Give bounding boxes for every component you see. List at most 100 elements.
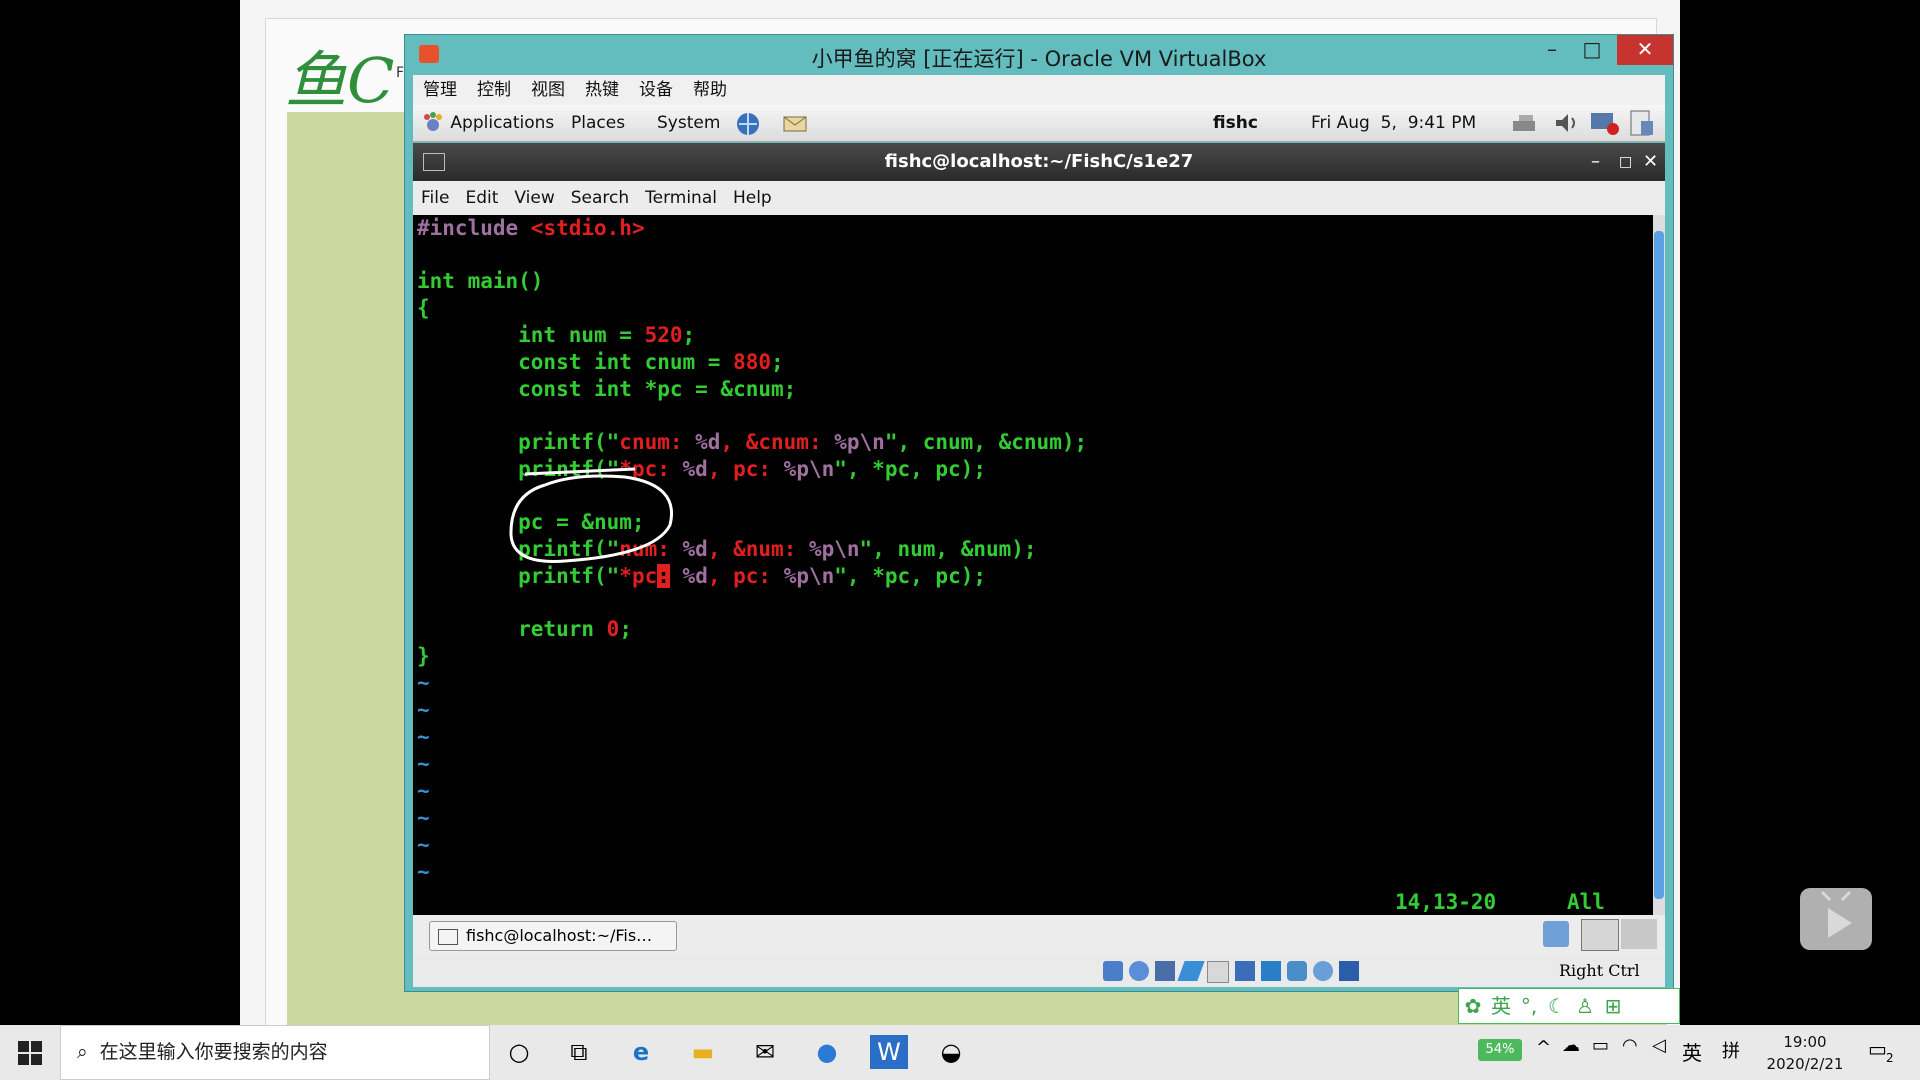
paw-icon[interactable]: ✿ <box>1459 989 1487 1023</box>
menu-edit[interactable]: Edit <box>457 181 506 215</box>
input-language[interactable]: 英 <box>1682 1037 1702 1066</box>
windows-start-icon[interactable] <box>18 1041 42 1069</box>
menu-terminal[interactable]: Terminal <box>637 181 725 215</box>
vbox-device-icons <box>1103 961 1359 983</box>
terminal-title: fishc@localhost:~/FishC/s1e27 <box>884 151 1194 172</box>
gnome-foot-icon <box>424 112 442 131</box>
virtualbox-taskbar-icon[interactable]: ◒ <box>932 1035 970 1069</box>
harddisk-icon[interactable] <box>1103 961 1123 981</box>
file-explorer-icon[interactable]: ▬ <box>684 1035 722 1069</box>
network-adapter-icon[interactable] <box>1261 961 1281 981</box>
taskbar-clock[interactable]: 19:00 2020/2/21 <box>1760 1031 1850 1075</box>
menu-hotkey[interactable]: 热键 <box>575 75 629 105</box>
menu-search[interactable]: Search <box>563 181 637 215</box>
optical-drive-icon[interactable] <box>1129 961 1149 981</box>
network-icon[interactable] <box>1511 111 1541 139</box>
tilde-line: ~ <box>417 752 430 776</box>
applications-label: Applications <box>450 113 555 133</box>
shared-folder-icon[interactable] <box>1207 961 1229 983</box>
network-status-icon[interactable] <box>1589 109 1621 141</box>
terminal-titlebar[interactable]: fishc@localhost:~/FishC/s1e27 – □ ✕ <box>413 143 1665 181</box>
show-hidden-icons-icon[interactable]: ^ <box>1536 1037 1551 1058</box>
menu-devices[interactable]: 设备 <box>629 75 683 105</box>
web-browser-icon[interactable] <box>735 111 761 141</box>
user-name[interactable]: fishc <box>1213 105 1258 141</box>
search-icon: ⌕ <box>77 1041 88 1063</box>
usb-icon[interactable] <box>1177 961 1205 981</box>
clock-date: 2020/2/21 <box>1766 1055 1844 1073</box>
update-notifier-icon[interactable] <box>1627 109 1657 141</box>
task-view-icon[interactable]: ⧉ <box>560 1035 598 1069</box>
tilde-line: ~ <box>417 860 430 884</box>
recording-icon[interactable] <box>1287 961 1307 981</box>
scrollbar-thumb[interactable] <box>1654 231 1664 899</box>
wps-icon[interactable]: W <box>870 1035 908 1069</box>
clock-app-icon[interactable]: ● <box>808 1035 846 1069</box>
tilde-line: ~ <box>417 671 430 695</box>
workspace-switcher[interactable] <box>1621 919 1657 949</box>
menu-file[interactable]: File <box>413 181 457 215</box>
tilde-line: ~ <box>417 698 430 722</box>
code-line: } <box>417 644 430 668</box>
vbox-titlebar[interactable]: 小甲鱼的窝 [正在运行] - Oracle VM VirtualBox – □ … <box>405 35 1673 73</box>
wifi-icon[interactable]: ◠ <box>1622 1035 1638 1056</box>
terminal-close-button[interactable]: ✕ <box>1643 143 1658 181</box>
fishc-logo: 鱼C <box>285 44 395 117</box>
trash-icon[interactable] <box>1543 921 1569 947</box>
mouse-integration-icon[interactable] <box>1339 961 1359 981</box>
windows-taskbar: ⌕ 在这里输入你要搜索的内容 ○ ⧉ e ▬ ✉ ● W ◒ 54% ^ ☁ ▭ … <box>0 1025 1920 1080</box>
speaker-icon[interactable]: ◁ <box>1652 1035 1666 1056</box>
terminal-minimize-button[interactable]: – <box>1591 143 1600 181</box>
cortana-icon[interactable]: ○ <box>500 1035 538 1069</box>
audio-icon[interactable] <box>1155 961 1175 981</box>
code-line: int num = 520; <box>417 323 696 347</box>
taskbar-search-box[interactable]: ⌕ 在这里输入你要搜索的内容 <box>60 1025 490 1080</box>
tilde-line: ~ <box>417 779 430 803</box>
ime-moon[interactable]: ☾ <box>1543 989 1571 1023</box>
host-logo-side: F <box>396 65 405 81</box>
mail-icon[interactable]: ✉ <box>746 1035 784 1069</box>
vim-cursor-position: 14,13-20 <box>1395 890 1497 914</box>
ime-punct[interactable]: °, <box>1515 989 1543 1023</box>
mail-client-icon[interactable] <box>781 111 809 139</box>
show-desktop-icon[interactable] <box>1581 919 1619 951</box>
grid-icon[interactable]: ⊞ <box>1599 989 1627 1023</box>
code-line: #include <stdio.h> <box>417 216 645 240</box>
menu-help[interactable]: Help <box>725 181 780 215</box>
places-menu[interactable]: Places <box>571 105 625 141</box>
tilde-line: ~ <box>417 833 430 857</box>
applications-menu[interactable]: Applications <box>421 105 554 141</box>
vbox-statusbar: Right Ctrl <box>413 955 1665 987</box>
code-line: printf("*pc: %d, pc: %p\n", *pc, pc); <box>417 564 986 588</box>
annotation-circle <box>509 467 673 563</box>
ime-lang[interactable]: 英 <box>1487 989 1515 1023</box>
user-icon[interactable]: ♙ <box>1571 989 1599 1023</box>
cpu-icon[interactable] <box>1313 961 1333 981</box>
menu-help[interactable]: 帮助 <box>683 75 737 105</box>
code-line: const int cnum = 880; <box>417 350 784 374</box>
clock-time: 19:00 <box>1783 1033 1827 1051</box>
gnome-bottom-panel: fishc@localhost:~/Fis… <box>413 915 1665 955</box>
menu-manage[interactable]: 管理 <box>413 75 467 105</box>
menu-view[interactable]: View <box>506 181 562 215</box>
maximize-button[interactable]: □ <box>1569 35 1615 65</box>
terminal-maximize-button[interactable]: □ <box>1619 143 1632 181</box>
display-icon[interactable] <box>1235 961 1255 981</box>
edge-icon[interactable]: e <box>622 1035 660 1069</box>
code-line: return 0; <box>417 617 632 641</box>
onedrive-icon[interactable]: ☁ <box>1562 1035 1580 1056</box>
input-layout[interactable]: 拼 <box>1722 1037 1740 1063</box>
clock[interactable]: Fri Aug 5, 9:41 PM <box>1311 105 1476 141</box>
system-menu[interactable]: System <box>657 105 720 141</box>
video-play-icon[interactable] <box>1800 888 1872 950</box>
menu-control[interactable]: 控制 <box>467 75 521 105</box>
ime-toolbar: ✿ 英 °, ☾ ♙ ⊞ <box>1458 988 1680 1024</box>
power-icon[interactable]: ▭ <box>1592 1035 1609 1056</box>
terminal-taskbar-button[interactable]: fishc@localhost:~/Fis… <box>429 921 677 951</box>
notification-center-icon[interactable]: ▭ <box>1868 1037 1887 1061</box>
close-button[interactable]: ✕ <box>1617 35 1673 65</box>
menu-view[interactable]: 视图 <box>521 75 575 105</box>
volume-icon[interactable] <box>1553 111 1581 139</box>
battery-indicator[interactable]: 54% <box>1478 1039 1522 1061</box>
host-key-label: Right Ctrl <box>1559 961 1640 980</box>
